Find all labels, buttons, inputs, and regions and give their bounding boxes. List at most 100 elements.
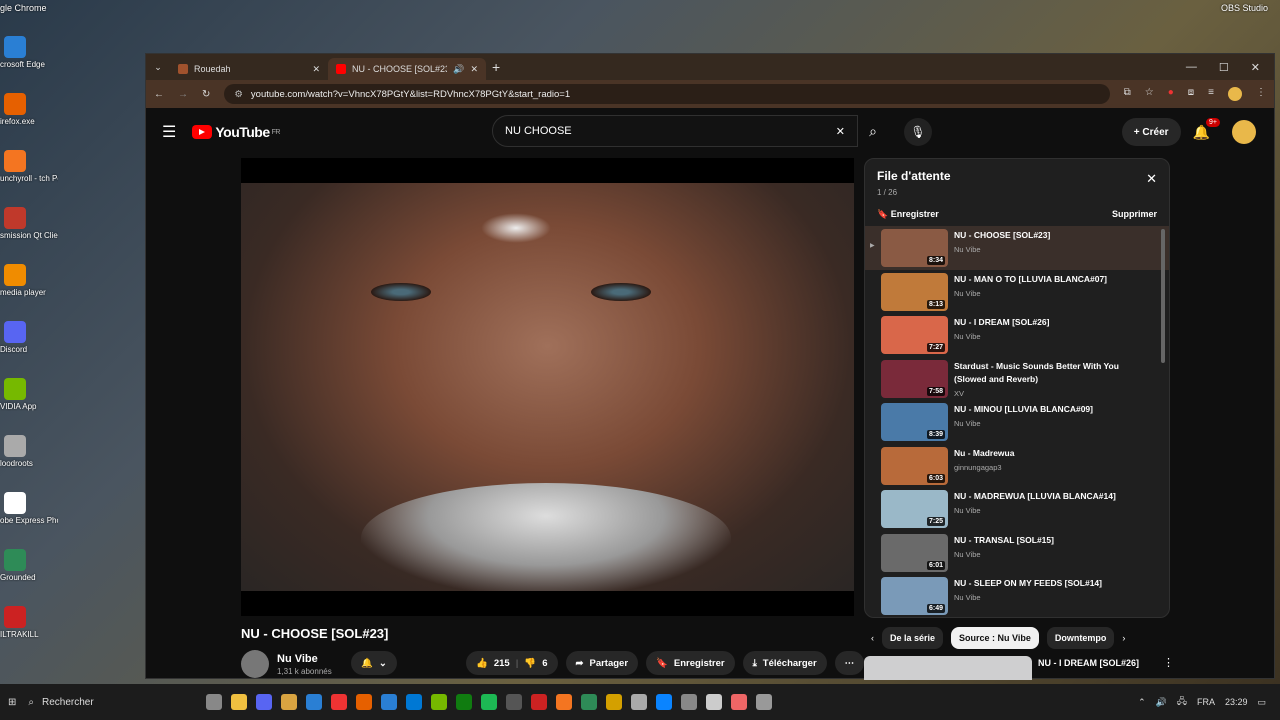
minimize-icon[interactable]: — [1186,61,1197,74]
share-button[interactable]: ➦ Partager [565,651,639,675]
install-icon[interactable]: ⧉ [1124,87,1131,101]
close-tab-icon[interactable]: ✕ [312,64,320,75]
desktop-shortcut[interactable]: unchyroll - tch Popul... [0,150,58,183]
speaker-icon[interactable]: 🔊 [453,64,464,75]
desktop-shortcut[interactable]: obe Express Photos [0,492,58,525]
queue-thumbnail[interactable]: 7:25 [881,490,948,528]
queue-thumbnail[interactable]: 6:01 [881,533,948,572]
taskbar-app-icon[interactable] [456,694,473,710]
maximize-icon[interactable]: ☐ [1219,61,1229,74]
taskbar-app-icon[interactable] [256,694,273,710]
video-frame[interactable] [241,183,854,591]
desktop-shortcut[interactable]: crosoft Edge [0,36,58,69]
desktop-shortcut[interactable]: ILTRAKILL [0,606,58,639]
chip-series[interactable]: De la série [882,627,944,649]
site-info-icon[interactable]: ⚙ [234,89,243,100]
close-queue-icon[interactable]: ✕ [1146,171,1157,187]
close-tab-icon[interactable]: ✕ [470,64,478,75]
chip-source[interactable]: Source : Nu Vibe [951,627,1039,649]
media-control-icon[interactable]: ≡ [1208,87,1214,101]
queue-item[interactable]: 7:27 NU - I DREAM [SOL#26] Nu Vibe [865,313,1169,357]
download-button[interactable]: ⤓ Télécharger [742,651,827,675]
clock[interactable]: 23:29 [1225,697,1248,707]
hamburger-menu-icon[interactable]: ☰ [162,122,176,142]
taskbar-app-icon[interactable] [506,694,523,710]
taskbar-app-icon[interactable] [656,694,673,710]
network-icon[interactable]: 🖧 [1177,694,1187,710]
video-player[interactable] [241,158,854,616]
chevron-up-icon[interactable]: ⌃ [1138,697,1146,708]
tab-search-icon[interactable]: ⌄ [146,62,170,73]
extension-icon[interactable]: ● [1168,87,1174,101]
queue-thumbnail[interactable]: 6:49 [881,577,948,615]
taskbar-app-icon[interactable] [306,694,323,710]
recommended-thumbnail[interactable] [864,656,1032,680]
taskbar-app-icon[interactable] [356,694,373,710]
save-button[interactable]: 🔖 Enregistrer [646,651,735,675]
queue-scrollbar[interactable] [1161,229,1165,363]
desktop-label-chrome[interactable]: gle Chrome [0,3,47,13]
queue-item-title[interactable]: Nu - Madrewua [954,447,1134,460]
queue-item-title[interactable]: NU - I DREAM [SOL#26] [954,316,1134,329]
desktop-label-obs[interactable]: OBS Studio [1221,3,1268,13]
more-actions-button[interactable]: ⋯ [834,651,865,675]
reload-icon[interactable]: ↻ [202,89,210,100]
taskbar-app-icon[interactable] [706,694,723,710]
recommended-title[interactable]: NU - I DREAM [SOL#26] [1038,656,1139,680]
queue-item[interactable]: 7:58 Stardust - Music Sounds Better With … [865,357,1169,401]
queue-thumbnail[interactable]: 7:58 [881,359,948,398]
queue-delete-button[interactable]: Supprimer [1112,209,1157,220]
queue-item-title[interactable]: NU - MAN O TO [LLUVIA BLANCA#07] [954,273,1134,286]
search-input[interactable]: NU CHOOSE ✕ [492,115,858,147]
taskbar-app-icon[interactable] [756,694,773,710]
queue-thumbnail[interactable]: 8:39 [881,403,948,441]
desktop-shortcut[interactable]: loodroots [0,435,58,468]
taskbar-app-icon[interactable] [431,694,448,710]
desktop-shortcut[interactable]: media player [0,264,58,297]
chip-downtempo[interactable]: Downtempo [1046,627,1115,649]
queue-item[interactable]: 6:03 Nu - Madrewua ginnungagap3 [865,444,1169,488]
queue-item[interactable]: 8:39 NU - MINOU [LLUVIA BLANCA#09] Nu Vibe [865,400,1169,444]
taskbar-app-icon[interactable] [406,694,423,710]
taskbar-app-icon[interactable] [381,694,398,710]
taskbar-app-icon[interactable] [231,694,248,710]
taskbar-search[interactable]: ⌕ Rechercher [28,692,198,712]
youtube-logo[interactable]: YouTube FR [192,124,281,140]
tab-youtube[interactable]: NU - CHOOSE [SOL#23] - Y 🔊 ✕ [328,58,486,80]
queue-thumbnail[interactable]: 6:03 [881,446,948,485]
start-icon[interactable]: ⊞ [8,697,16,708]
language-indicator[interactable]: FRA [1197,697,1215,707]
taskbar-app-icon[interactable] [556,694,573,710]
new-tab-icon[interactable]: + [492,59,500,75]
chevron-left-icon[interactable]: ‹ [871,633,874,643]
queue-item-title[interactable]: NU - SLEEP ON MY FEEDS [SOL#14] [954,577,1134,590]
queue-thumbnail[interactable]: 8:13 [881,272,948,311]
taskbar-app-icon[interactable] [606,694,623,710]
recommended-video[interactable]: NU - I DREAM [SOL#26] ⋮ [864,656,1174,680]
queue-item[interactable]: 8:13 NU - MAN O TO [LLUVIA BLANCA#07] Nu V… [865,270,1169,314]
menu-kebab-icon[interactable]: ⋮ [1256,87,1266,101]
taskbar-app-icon[interactable] [281,694,298,710]
queue-item[interactable]: 7:25 NU - MADREWUA [LLUVIA BLANCA#14] Nu V… [865,487,1169,531]
taskbar-app-icon[interactable] [731,694,748,710]
volume-icon[interactable]: 🔊 [1156,697,1167,708]
queue-item[interactable]: 6:49 NU - SLEEP ON MY FEEDS [SOL#14] Nu Vi… [865,574,1169,617]
queue-item-title[interactable]: NU - MINOU [LLUVIA BLANCA#09] [954,403,1134,416]
back-icon[interactable]: ← [154,89,164,100]
taskbar-app-icon[interactable] [531,694,548,710]
queue-item[interactable]: ▶ 8:34 NU - CHOOSE [SOL#23] Nu Vibe [865,226,1169,270]
desktop-shortcut[interactable]: Discord [0,321,58,354]
desktop-shortcut[interactable]: VIDIA App [0,378,58,411]
notification-center-icon[interactable]: ▭ [1257,697,1266,708]
queue-thumbnail[interactable]: 8:34 [881,229,948,267]
forward-icon[interactable]: → [178,89,188,100]
queue-item-title[interactable]: NU - CHOOSE [SOL#23] [954,229,1134,242]
user-avatar[interactable] [1232,120,1256,144]
taskbar-app-icon[interactable] [481,694,498,710]
desktop-shortcut[interactable]: Grounded [0,549,58,582]
taskbar-app-icon[interactable] [331,694,348,710]
channel-avatar[interactable] [241,650,269,678]
puzzle-icon[interactable]: ⧈ [1188,87,1194,101]
tab-rouedah[interactable]: Rouedah ✕ [170,58,328,80]
notification-settings-button[interactable]: 🔔 ⌄ [351,651,397,675]
